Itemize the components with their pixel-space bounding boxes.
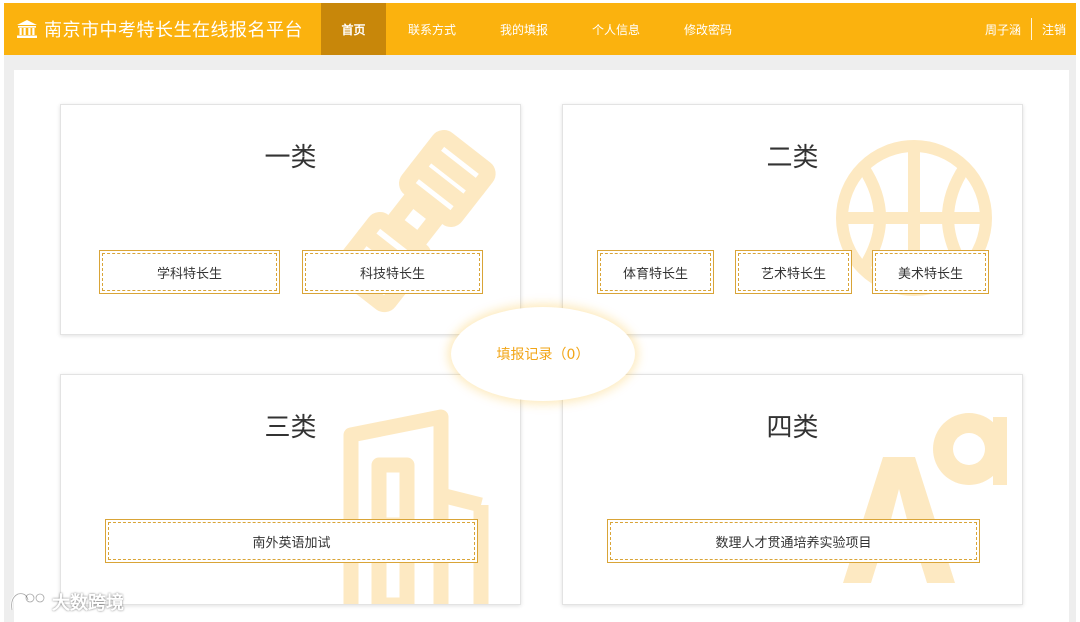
category-title: 二类 <box>766 143 819 173</box>
nfls-english-exam-button[interactable]: 南外英语加试 <box>105 519 478 563</box>
nav-contact[interactable]: 联系方式 <box>386 3 478 55</box>
nav-my-application[interactable]: 我的填报 <box>478 3 570 55</box>
category-title: 四类 <box>766 413 819 443</box>
main-nav: 首页 联系方式 我的填报 个人信息 修改密码 <box>321 3 754 55</box>
fine-arts-specialty-button[interactable]: 美术特长生 <box>872 250 989 294</box>
category-title: 一类 <box>264 143 317 173</box>
watermark: 大数跨境 <box>8 588 124 616</box>
subject-specialty-button[interactable]: 学科特长生 <box>99 250 280 294</box>
institution-building-icon <box>17 20 37 38</box>
category-card-2: 二类 体育特长生 艺术特长生 美术特长生 <box>562 104 1023 335</box>
watermark-text: 大数跨境 <box>52 593 124 614</box>
application-records-button[interactable]: 填报记录（0） <box>451 307 635 401</box>
top-navigation-bar: 南京市中考特长生在线报名平台 首页 联系方式 我的填报 个人信息 修改密码 周子… <box>4 3 1076 55</box>
nav-home[interactable]: 首页 <box>321 3 386 55</box>
arts-specialty-button[interactable]: 艺术特长生 <box>735 250 852 294</box>
category-title: 三类 <box>264 413 317 443</box>
user-area: 周子涵 注销 <box>985 3 1066 55</box>
site-title: 南京市中考特长生在线报名平台 <box>44 20 303 41</box>
tech-specialty-button[interactable]: 科技特长生 <box>302 250 483 294</box>
category-card-3: 三类 南外英语加试 <box>60 374 521 605</box>
brand[interactable]: 南京市中考特长生在线报名平台 <box>16 3 303 55</box>
nav-personal-info[interactable]: 个人信息 <box>570 3 662 55</box>
math-science-talent-program-button[interactable]: 数理人才贯通培养实验项目 <box>607 519 980 563</box>
category-card-4: 四类 数理人才贯通培养实验项目 <box>562 374 1023 605</box>
sports-specialty-button[interactable]: 体育特长生 <box>597 250 714 294</box>
nav-change-password[interactable]: 修改密码 <box>662 3 754 55</box>
logout-link[interactable]: 注销 <box>1032 21 1066 38</box>
watermark-logo-icon <box>10 592 46 611</box>
category-card-1: 一类 学科特长生 科技特长生 <box>60 104 521 335</box>
user-name-link[interactable]: 周子涵 <box>985 21 1031 38</box>
